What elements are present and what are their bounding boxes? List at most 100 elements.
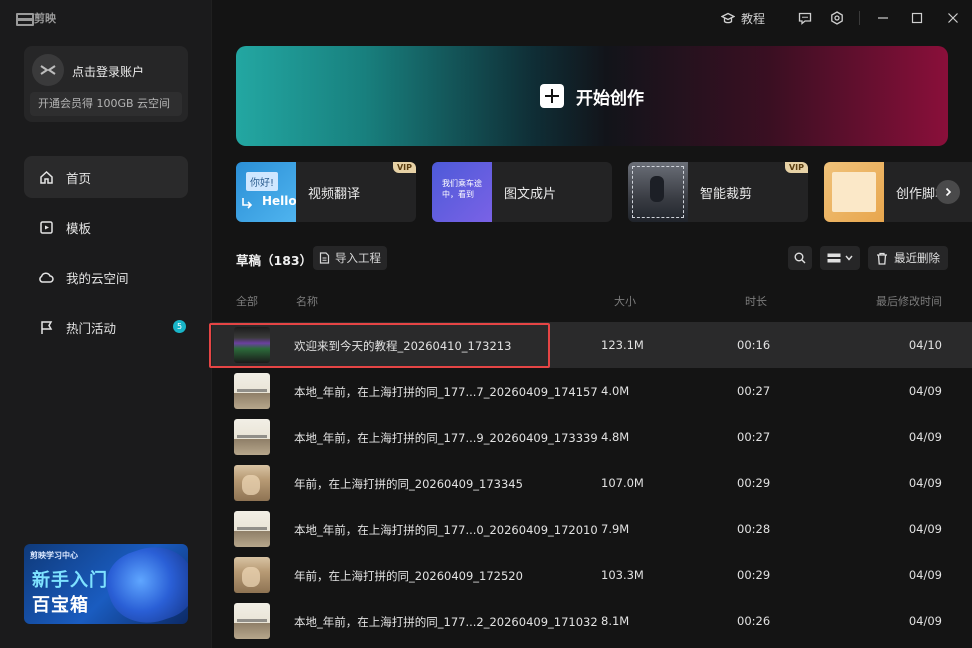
column-all[interactable]: 全部 [236,293,258,309]
draft-size: 7.9M [601,522,630,536]
table-row[interactable]: 本地_年前，在上海打拼的同_177...9_20260409_173339 4.… [212,414,972,460]
message-icon [798,12,812,25]
maximize-icon [911,12,923,24]
minimize-button[interactable] [866,0,900,36]
draft-size: 107.0M [601,476,644,490]
draft-duration: 00:27 [737,430,771,444]
sidebar-item-templates[interactable]: 模板 [24,206,188,248]
translate-arrow-icon [242,198,253,209]
vip-badge: VIP [392,162,416,173]
avatar[interactable] [32,54,64,86]
drafts-toolbar: 草稿（183） 导入工程 最近删除 [236,246,948,270]
login-link[interactable]: 点击登录账户 [72,63,144,80]
tutorial-button[interactable]: 教程 [715,0,771,36]
table-row[interactable]: 欢迎来到今天的教程_20260410_173213 123.1M 00:16 0… [212,322,972,368]
sidebar-item-label: 热门活动 [66,320,117,336]
column-size[interactable]: 大小 [614,293,636,309]
draft-size: 8.1M [601,614,630,628]
import-project-button[interactable]: 导入工程 [313,246,387,270]
draft-name: 本地_年前，在上海打拼的同_177...0_20260409_172010 [294,523,598,537]
table-row[interactable]: 本地_年前，在上海打拼的同_177...2_20260409_171032 8.… [212,598,972,644]
recently-deleted-label: 最近删除 [894,251,940,265]
sidebar-item-home[interactable]: 首页 [24,156,188,198]
draft-thumbnail [234,511,270,547]
sidebar-nav: 首页 模板 我的云空间 热门活动 5 [24,156,188,356]
tool-label: 图文成片 [504,186,557,202]
list-view-icon [827,253,841,263]
start-creating-button[interactable]: 开始创作 [236,46,948,146]
draft-duration: 00:26 [737,614,771,628]
tool-thumbnail: 你好! Hello [236,162,296,222]
sidebar-item-label: 模板 [66,220,92,236]
draft-date: 04/09 [908,430,942,444]
table-row[interactable]: 本地_年前，在上海打拼的同_177...7_20260409_174157 4.… [212,368,972,414]
thumb-text-cn: 你好! [246,172,279,191]
chevron-right-icon [945,187,952,197]
capcut-logo-icon [16,13,34,26]
cloud-icon [38,269,54,285]
settings-button[interactable] [821,0,853,36]
promo-banner[interactable]: 剪映学习中心 新手入门 百宝箱 [24,544,188,624]
next-tools-button[interactable] [936,180,960,204]
close-button[interactable] [934,0,972,36]
draft-date: 04/09 [908,476,942,490]
sidebar-item-label: 我的云空间 [66,270,129,286]
draft-date: 04/09 [908,522,942,536]
sidebar-item-cloud[interactable]: 我的云空间 [24,256,188,298]
close-icon [948,13,958,23]
sidebar: 剪映 点击登录账户 开通会员得 100GB 云空间 首页 模板 我的云空间 热门… [0,0,212,648]
account-card[interactable]: 点击登录账户 开通会员得 100GB 云空间 [24,46,188,122]
tool-label: 智能裁剪 [700,186,753,202]
draft-duration: 00:29 [737,476,771,490]
table-row[interactable]: 年前，在上海打拼的同_20260409_173345 107.0M 00:29 … [212,460,972,506]
draft-name: 欢迎来到今天的教程_20260410_173213 [294,339,512,353]
draft-thumbnail [234,465,270,501]
feedback-button[interactable] [789,0,821,36]
draft-name: 年前，在上海打拼的同_20260409_173345 [294,477,523,491]
tool-thumbnail: 我们乘车途中，看到 [432,162,492,222]
tool-thumbnail [824,162,884,222]
chevron-down-icon [845,255,853,261]
column-duration[interactable]: 时长 [745,293,767,309]
flag-icon [38,319,54,335]
tutorial-label: 教程 [740,11,765,26]
tool-video-translate[interactable]: 你好! Hello 视频翻译 VIP [236,162,416,222]
app-logo-text: 剪映 [34,12,56,25]
draft-duration: 00:16 [737,338,771,352]
table-row[interactable]: 本地_年前，在上海打拼的同_177...0_20260409_172010 7.… [212,506,972,552]
home-icon [38,169,54,185]
promo-graphic [98,544,188,624]
draft-size: 4.8M [601,430,630,444]
title-bar: 教程 [212,0,972,36]
maximize-button[interactable] [900,0,934,36]
capcut-avatar-icon [40,65,56,75]
draft-name: 本地_年前，在上海打拼的同_177...2_20260409_171032 [294,615,598,629]
tool-smart-crop[interactable]: 智能裁剪 VIP [628,162,808,222]
tool-image-text-video[interactable]: 我们乘车途中，看到 图文成片 [432,162,612,222]
template-icon [38,219,54,235]
view-mode-dropdown[interactable] [820,246,860,270]
start-creating-label: 开始创作 [576,88,644,109]
tool-label: 视频翻译 [308,186,361,202]
draft-date: 04/10 [908,338,942,352]
vip-badge: VIP [784,162,808,173]
draft-thumbnail [234,327,270,363]
minimize-icon [878,17,888,19]
draft-size: 4.0M [601,384,630,398]
column-modified[interactable]: 最后修改时间 [876,293,972,309]
window-controls: 教程 [715,0,972,36]
sidebar-item-events[interactable]: 热门活动 5 [24,306,188,348]
draft-duration: 00:29 [737,568,771,582]
draft-date: 04/09 [908,384,942,398]
app-logo: 剪映 [16,10,56,26]
sidebar-item-label: 首页 [66,170,92,186]
search-button[interactable] [788,246,812,270]
vip-promo-strip[interactable]: 开通会员得 100GB 云空间 [30,92,182,116]
recently-deleted-button[interactable]: 最近删除 [868,246,948,270]
thumb-text-en: Hello [262,194,296,208]
column-name[interactable]: 名称 [296,293,318,309]
draft-thumbnail [234,603,270,639]
promo-small-text: 剪映学习中心 [30,551,78,560]
import-project-label: 导入工程 [335,251,381,265]
table-row[interactable]: 年前，在上海打拼的同_20260409_172520 103.3M 00:29 … [212,552,972,598]
